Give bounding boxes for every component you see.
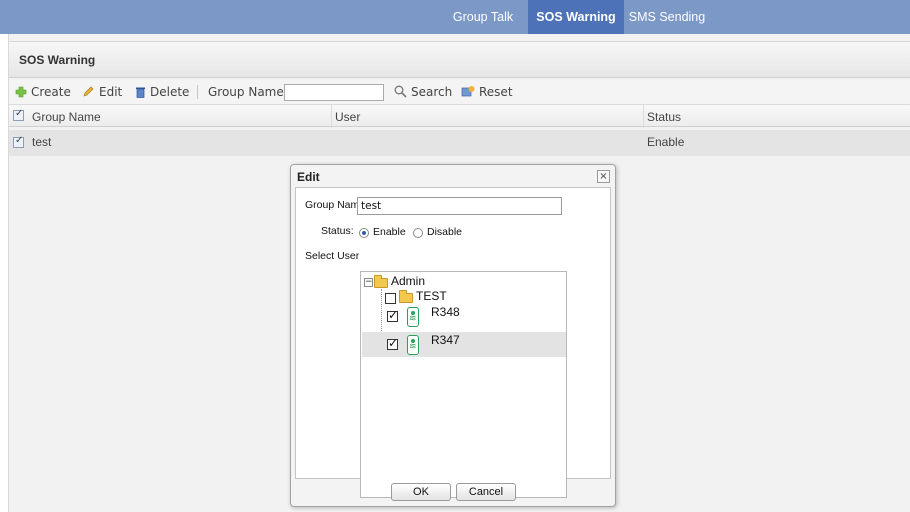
panel-title: SOS Warning	[19, 53, 96, 67]
tab-group-talk[interactable]: Group Talk	[440, 0, 526, 34]
status-enable-radio[interactable]	[359, 228, 369, 238]
row-status: Enable	[647, 135, 685, 149]
panel-title-bar: SOS Warning	[9, 41, 910, 78]
two-way-radio-icon	[407, 335, 419, 355]
folder-icon	[374, 275, 388, 288]
ok-button[interactable]: OK	[391, 483, 451, 501]
reset-button[interactable]: Reset	[461, 84, 513, 100]
grid-header: Group Name User Status	[9, 104, 910, 128]
test-checkbox[interactable]	[385, 293, 396, 304]
column-header-group-name[interactable]: Group Name	[32, 110, 101, 124]
toolbar-divider	[197, 85, 198, 99]
select-all-checkbox[interactable]	[13, 108, 24, 121]
user-tree[interactable]: − Admin TEST R348 R347	[360, 271, 567, 498]
group-name-field[interactable]: test	[357, 197, 562, 215]
search-icon	[394, 85, 407, 102]
close-icon[interactable]: ×	[597, 170, 610, 183]
row-checkbox[interactable]	[13, 135, 24, 148]
delete-button[interactable]: Delete	[135, 84, 189, 100]
row-group-name: test	[32, 135, 52, 149]
column-header-user[interactable]: User	[335, 110, 360, 124]
plus-icon	[15, 86, 27, 102]
select-user-label: Select User	[305, 250, 360, 262]
status-enable-label[interactable]: Enable	[373, 226, 406, 238]
tree-item-r348[interactable]: R348	[431, 305, 460, 319]
folder-icon	[399, 290, 413, 303]
cancel-button[interactable]: Cancel	[456, 483, 516, 501]
create-button[interactable]: Create	[15, 84, 71, 100]
r347-checkbox[interactable]	[387, 336, 398, 350]
toolbar: Create Edit Delete Group Name: Search Re…	[9, 80, 910, 104]
edit-button[interactable]: Edit	[82, 84, 122, 100]
collapse-icon[interactable]: −	[364, 278, 373, 287]
trash-icon	[135, 86, 146, 102]
tree-root-admin[interactable]: Admin	[391, 274, 425, 288]
column-header-status[interactable]: Status	[647, 110, 681, 124]
group-name-field-label: Group Nam	[305, 199, 360, 211]
column-divider	[643, 105, 644, 128]
column-divider	[331, 105, 332, 128]
status-label: Status:	[321, 225, 354, 237]
pencil-icon	[82, 85, 95, 102]
two-way-radio-icon	[407, 307, 419, 327]
r348-checkbox[interactable]	[387, 308, 398, 322]
dialog-title: Edit	[297, 170, 320, 184]
group-name-search-input[interactable]	[284, 84, 384, 101]
status-disable-radio[interactable]	[413, 228, 423, 238]
tab-sms-sending[interactable]: SMS Sending	[624, 0, 710, 34]
top-nav: Group Talk SOS Warning SMS Sending	[0, 0, 910, 34]
tree-item-test[interactable]: TEST	[416, 289, 447, 303]
tree-item-r347[interactable]: R347	[431, 333, 460, 347]
group-name-label: Group Name:	[208, 85, 288, 99]
search-button[interactable]: Search	[394, 84, 452, 100]
status-disable-label[interactable]: Disable	[427, 226, 462, 238]
reset-icon	[461, 85, 475, 102]
table-row[interactable]: test Enable	[9, 130, 910, 156]
tab-sos-warning[interactable]: SOS Warning	[528, 0, 624, 34]
dialog-body: Group Nam test Status: Enable Disable Se…	[295, 187, 611, 498]
edit-dialog: Edit × Group Nam test Status: Enable Dis…	[290, 164, 616, 507]
